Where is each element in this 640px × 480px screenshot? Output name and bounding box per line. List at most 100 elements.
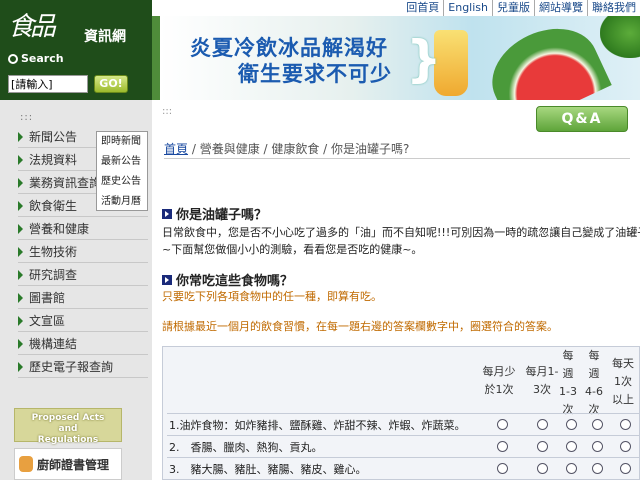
sidebar-item-label: 歷史電子報查詢 — [29, 360, 114, 374]
radio-option[interactable] — [592, 463, 603, 474]
bullet-icon — [162, 274, 172, 285]
sidebar-item-label: 業務資訊查詢 — [29, 176, 102, 190]
column-header: 每月1-3次 — [525, 365, 559, 396]
banner-line-2: 衛生要求不可少 — [238, 62, 392, 86]
sidebar-item-label: 研究調查 — [29, 268, 78, 282]
chef-banner-label: 廚師證書管理 — [37, 457, 110, 472]
question-text: 1.油炸食物：如炸豬排、鹽酥雞、炸甜不辣、炸蝦、炸蔬菜。 — [169, 419, 466, 432]
site-name: 資訊網 — [84, 29, 126, 45]
section-title-oil: 你是油罐子嗎？ — [162, 204, 267, 223]
question-text: 3. 豬大腸、豬肚、豬腸、豬皮、雞心。 — [169, 463, 367, 476]
quiz-table: 每月少於1次 每月1-3次 每週1-3次 每週4-6次 每天1次以上 1.油炸食… — [162, 346, 640, 480]
popup-item-latest[interactable]: 最新公告 — [97, 152, 147, 172]
sidebar-item-label: 新聞公告 — [29, 130, 78, 144]
radio-option[interactable] — [592, 419, 603, 430]
search-input[interactable] — [8, 75, 88, 93]
watermelon-image — [478, 16, 612, 100]
sidebar-item-nutrition[interactable]: 營養和健康 — [18, 218, 148, 240]
table-row: 2. 香腸、臘肉、熱狗、貢丸。 — [167, 435, 640, 457]
radio-option[interactable] — [497, 419, 508, 430]
radio-option[interactable] — [592, 441, 603, 452]
chef-hat-icon — [19, 456, 33, 472]
link-kids[interactable]: 兒童版 — [492, 0, 534, 16]
sidebar-item-label: 飲食衛生 — [29, 199, 78, 213]
search-label-text: Search — [21, 52, 64, 65]
radio-option[interactable] — [537, 463, 548, 474]
radio-option[interactable] — [566, 419, 577, 430]
sidebar-dots: ::: — [20, 112, 34, 123]
leaves-image — [600, 16, 640, 58]
main-dots: ::: — [162, 106, 173, 117]
badge-line: Regulations — [37, 435, 99, 445]
chef-certificate-banner[interactable]: 廚師證書管理 — [14, 448, 122, 480]
column-header: 每天1次以上 — [612, 357, 634, 406]
sidebar-item-links[interactable]: 機構連結 — [18, 333, 148, 355]
sidebar-item-library[interactable]: 圖書館 — [18, 287, 148, 309]
sidebar-item-label: 文宣區 — [29, 314, 66, 328]
popup-item-calendar[interactable]: 活動月曆 — [97, 192, 147, 212]
news-popup-menu: 即時新聞 最新公告 歷史公告 活動月曆 — [96, 131, 148, 211]
section-title-foods: 你常吃這些食物嗎？ — [162, 270, 293, 289]
qa-button[interactable]: Q&A — [536, 106, 628, 132]
radio-option[interactable] — [620, 441, 631, 452]
popup-item-history[interactable]: 歷史公告 — [97, 172, 147, 192]
radio-option[interactable] — [497, 441, 508, 452]
arrow-right-icon — [18, 154, 23, 165]
top-links: 回首頁 English 兒童版 網站導覽 聯絡我們 — [402, 0, 640, 16]
popup-item-instant-news[interactable]: 即時新聞 — [97, 132, 147, 152]
sidebar-item-label: 營養和健康 — [29, 222, 90, 236]
instruction-text: 請根據最近一個月的飲食習慣，在每一題右邊的答案欄數字中，圈選符合的答案。 — [162, 320, 558, 333]
arrow-right-icon — [18, 223, 23, 234]
arrow-right-icon — [18, 361, 23, 372]
radio-option[interactable] — [537, 441, 548, 452]
proposed-acts-banner[interactable]: Proposed Acts and Regulations — [14, 408, 122, 445]
sidebar-item-promo[interactable]: 文宣區 — [18, 310, 148, 332]
arrow-right-icon — [18, 338, 23, 349]
arrow-right-icon — [18, 200, 23, 211]
column-header: 每週4-6次 — [585, 349, 603, 416]
sidebar-item-label: 生物技術 — [29, 245, 78, 259]
sidebar-item-research[interactable]: 研究調查 — [18, 264, 148, 286]
banner-brace: } — [406, 30, 442, 88]
column-header: 每月少於1次 — [482, 365, 516, 396]
section-title-text: 你常吃這些食物嗎？ — [176, 274, 294, 289]
sidebar-item-label: 機構連結 — [29, 337, 78, 351]
table-row: 3. 豬大腸、豬肚、豬腸、豬皮、雞心。 — [167, 457, 640, 479]
link-contact[interactable]: 聯絡我們 — [587, 0, 640, 16]
radio-option[interactable] — [497, 463, 508, 474]
arrow-right-icon — [18, 269, 23, 280]
divider — [164, 158, 630, 159]
breadcrumb: 首頁 / 營養與健康 / 健康飲食 / 你是油罐子嗎? — [164, 140, 409, 157]
arrow-right-icon — [18, 177, 23, 188]
table-row: 1.油炸食物：如炸豬排、鹽酥雞、炸甜不辣、炸蝦、炸蔬菜。 — [167, 413, 640, 435]
intro-text-1: 日常飲食中，您是否不小心吃了過多的「油」而不自知呢!!!可別因為一時的疏忽讓自己… — [162, 226, 640, 239]
link-home[interactable]: 回首頁 — [402, 0, 443, 16]
breadcrumb-home[interactable]: 首頁 — [164, 142, 188, 156]
column-header: 每週1-3次 — [559, 349, 577, 416]
radio-option[interactable] — [620, 419, 631, 430]
radio-option[interactable] — [620, 463, 631, 474]
sidebar-item-archive[interactable]: 歷史電子報查詢 — [18, 356, 148, 378]
section-subtitle: 只要吃下列各項食物中的任一種，即算有吃。 — [162, 290, 382, 303]
header-logo-area: 食品 資訊網 Search GO! — [0, 0, 152, 100]
arrow-right-icon — [18, 292, 23, 303]
banner: 炎夏冷飲冰品解渴好 衛生要求不可少 } — [152, 16, 640, 100]
intro-text-2: ~下面幫您做個小小的測驗，看看您是否吃的健康~。 — [162, 243, 423, 256]
link-sitemap[interactable]: 網站導覽 — [534, 0, 587, 16]
arrow-right-icon — [18, 131, 23, 142]
radio-option[interactable] — [566, 441, 577, 452]
main-content: ::: Q&A 首頁 / 營養與健康 / 健康飲食 / 你是油罐子嗎? 你是油罐… — [152, 100, 640, 480]
site-logo[interactable]: 食品 資訊網 — [4, 6, 148, 46]
question-text: 2. 香腸、臘肉、熱狗、貢丸。 — [169, 441, 323, 454]
radio-option[interactable] — [537, 419, 548, 430]
section-title-text: 你是油罐子嗎？ — [176, 208, 268, 223]
radio-option[interactable] — [566, 463, 577, 474]
badge-line: Proposed Acts — [31, 413, 105, 423]
go-button[interactable]: GO! — [94, 75, 128, 93]
bullet-icon — [162, 208, 172, 219]
sidebar-item-label: 法規資料 — [29, 153, 78, 167]
sidebar-item-biotech[interactable]: 生物技術 — [18, 241, 148, 263]
search-label: Search — [8, 52, 64, 65]
logo-glyphs: 食品 — [8, 12, 56, 42]
link-english[interactable]: English — [443, 0, 492, 16]
